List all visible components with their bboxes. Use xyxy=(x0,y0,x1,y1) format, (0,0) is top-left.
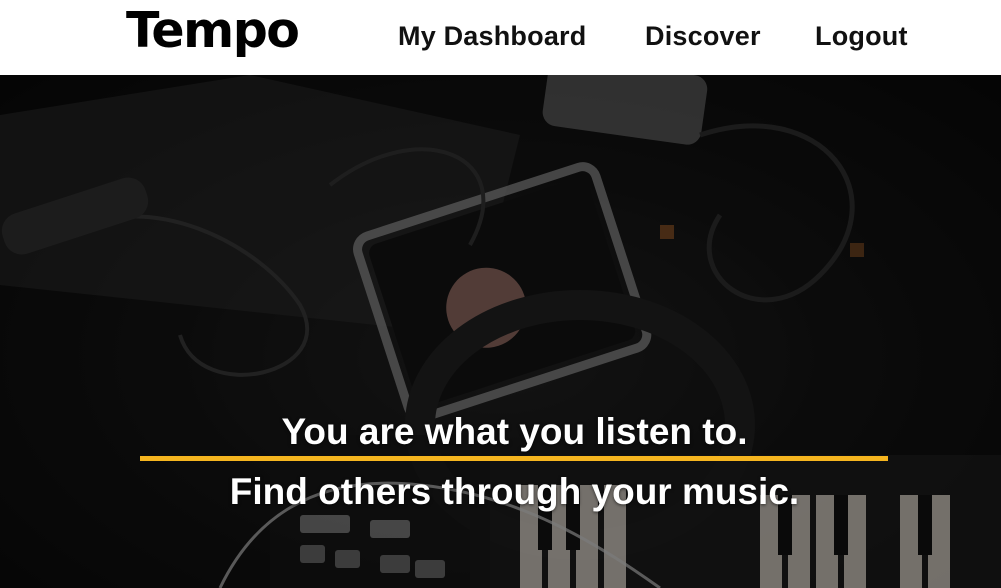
hero-banner: You are what you listen to. Find others … xyxy=(0,75,1001,588)
top-navbar: Tempo My Dashboard Discover Logout xyxy=(0,0,1001,75)
nav-my-dashboard[interactable]: My Dashboard xyxy=(398,21,586,52)
hero-subheadline: Find others through your music. xyxy=(229,471,800,512)
nav-logout[interactable]: Logout xyxy=(815,21,908,52)
nav-discover[interactable]: Discover xyxy=(645,21,761,52)
headline-underline xyxy=(140,456,888,461)
hero-headline: You are what you listen to. xyxy=(281,411,748,452)
tempo-logo[interactable]: Tempo xyxy=(126,2,300,59)
